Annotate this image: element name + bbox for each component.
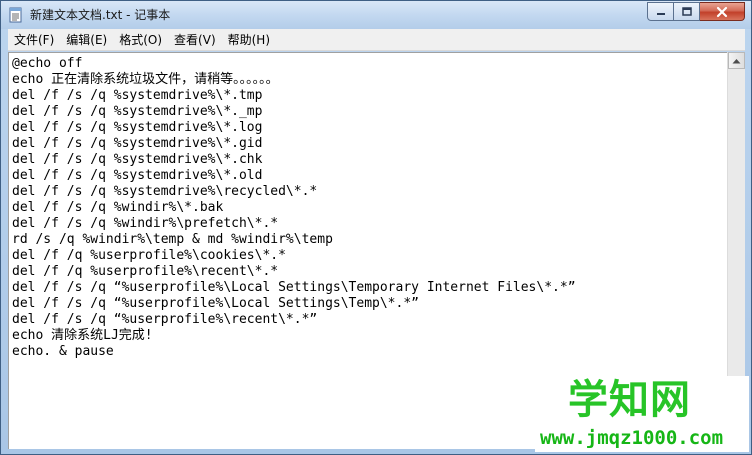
- text-line: echo 正在清除系统垃圾文件，请稍等。。。。。。: [12, 72, 279, 87]
- maximize-button[interactable]: [674, 2, 700, 21]
- minimize-icon: [656, 12, 665, 15]
- menu-view[interactable]: 查看(V): [168, 30, 222, 50]
- window-title: 新建文本文档.txt - 记事本: [30, 8, 171, 22]
- menu-edit[interactable]: 编辑(E): [60, 30, 113, 50]
- text-line: echo. & pause: [12, 344, 114, 359]
- text-line: del /f /q %userprofile%\cookies\*.*: [12, 248, 286, 263]
- text-line: del /f /s /q %systemdrive%\recycled\*.*: [12, 184, 318, 199]
- menu-bar: 文件(F) 编辑(E) 格式(O) 查看(V) 帮助(H): [8, 29, 745, 51]
- text-line: del /f /s /q %systemdrive%\*.gid: [12, 136, 263, 151]
- minimize-button[interactable]: [647, 2, 674, 21]
- menu-help[interactable]: 帮助(H): [222, 30, 276, 50]
- maximize-icon: [681, 6, 692, 16]
- scroll-up-button[interactable]: [728, 52, 745, 69]
- text-line: @echo off: [12, 56, 83, 71]
- close-button[interactable]: [700, 2, 745, 21]
- text-line: del /f /s /q %windir%\prefetch\*.*: [12, 216, 279, 231]
- watermark-title: 学知网: [568, 377, 691, 423]
- text-line: del /f /q %userprofile%\recent\*.*: [12, 264, 279, 279]
- text-line: del /f /s /q “%userprofile%\Local Settin…: [12, 280, 576, 295]
- watermark-url: www.jmqz1000.com: [540, 427, 724, 449]
- text-line: del /f /s /q “%userprofile%\Local Settin…: [12, 296, 419, 311]
- text-line: del /f /s /q “%userprofile%\recent\*.*”: [12, 312, 318, 327]
- menu-file[interactable]: 文件(F): [8, 30, 60, 50]
- text-line: del /f /s /q %systemdrive%\*.chk: [12, 152, 263, 167]
- window-controls: [647, 2, 745, 21]
- text-line: del /f /s /q %systemdrive%\*._mp: [12, 104, 263, 119]
- text-line: rd /s /q %windir%\temp & md %windir%\tem…: [12, 232, 333, 247]
- editor-content: @echo off echo 正在清除系统垃圾文件，请稍等。。。。。。 del …: [12, 56, 576, 360]
- notepad-icon: [9, 7, 22, 23]
- title-bar[interactable]: 新建文本文档.txt - 记事本: [1, 1, 751, 29]
- text-line: del /f /s /q %systemdrive%\*.tmp: [12, 88, 263, 103]
- text-line: del /f /s /q %systemdrive%\*.old: [12, 168, 263, 183]
- close-icon: [716, 6, 728, 17]
- text-line: del /f /s /q %systemdrive%\*.log: [12, 120, 263, 135]
- arrow-up-icon: [732, 58, 741, 63]
- menu-format[interactable]: 格式(O): [113, 30, 168, 50]
- text-line: del /f /s /q %windir%\*.bak: [12, 200, 224, 215]
- text-line: echo 清除系统LJ完成!: [12, 328, 153, 343]
